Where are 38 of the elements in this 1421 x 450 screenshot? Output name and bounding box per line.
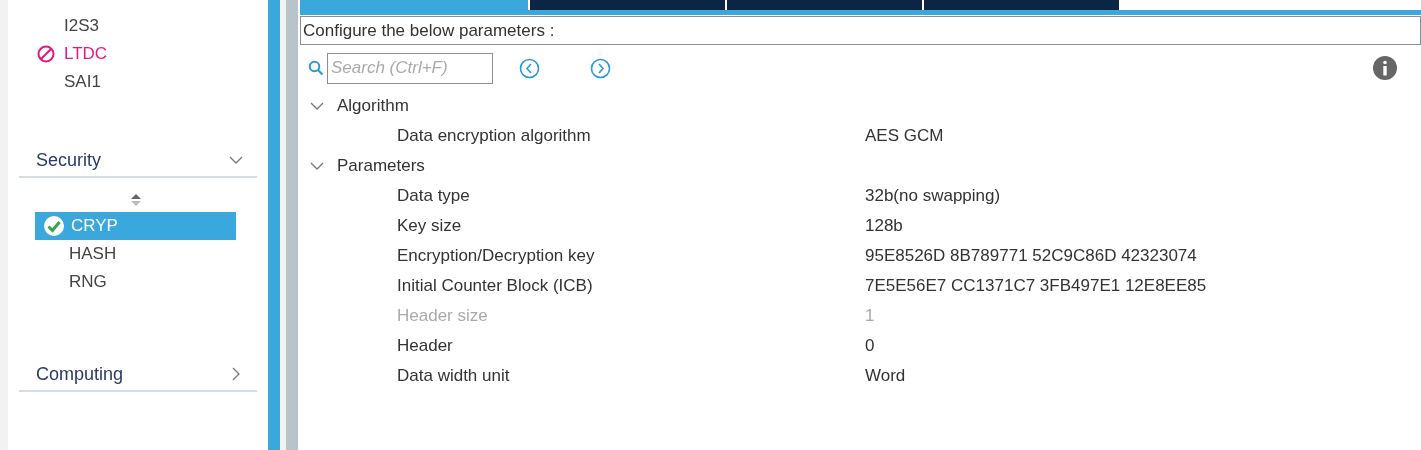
previous-icon[interactable] xyxy=(519,57,540,79)
splitter-bar[interactable] xyxy=(268,0,280,450)
panel-header: Configure the below parameters : xyxy=(300,16,1421,45)
tab[interactable] xyxy=(924,0,1119,10)
peripheral-item[interactable]: HASH xyxy=(35,240,236,268)
group-header[interactable]: Parameters xyxy=(300,151,1421,181)
next-icon[interactable] xyxy=(590,57,611,79)
parameter-name: Header size xyxy=(397,305,489,328)
parameter-value[interactable]: 32b(no swapping) xyxy=(865,183,1001,209)
peripheral-item[interactable]: I2S3 xyxy=(64,13,99,39)
tab[interactable] xyxy=(530,0,725,10)
parameter-name: Header xyxy=(397,335,454,358)
peripheral-item[interactable]: LTDC xyxy=(64,41,108,67)
parameter-name: Initial Counter Block (ICB) xyxy=(397,275,594,298)
parameter-value[interactable]: 95E8526D 8B789771 52C9C86D 42323074 xyxy=(865,243,1197,269)
parameter-value[interactable]: 128b xyxy=(865,213,903,239)
parameter-value[interactable]: Word xyxy=(865,363,906,389)
parameter-name: Data type xyxy=(397,185,471,208)
category-header[interactable]: Security xyxy=(19,144,257,178)
parameter-value[interactable]: 0 xyxy=(865,333,875,359)
peripheral-item[interactable]: RNG xyxy=(35,268,236,296)
blocked-icon xyxy=(36,44,56,64)
search-icon xyxy=(308,60,324,76)
search-field[interactable]: Search (Ctrl+F) xyxy=(327,52,493,84)
category-header[interactable]: Computing xyxy=(19,358,257,392)
parameter-name: Key size xyxy=(397,215,463,238)
parameter-value[interactable]: 7E5E56E7 CC1371C7 3FB497E1 12E8EE85 xyxy=(865,273,1207,299)
info-icon[interactable] xyxy=(1373,56,1397,80)
parameter-name: Data width unit xyxy=(397,365,511,388)
tab[interactable] xyxy=(300,0,528,10)
group-header[interactable]: Algorithm xyxy=(300,91,1421,121)
sort-icon xyxy=(130,192,142,208)
peripheral-item[interactable]: SAI1 xyxy=(64,69,101,95)
parameter-name: Encryption/Decryption key xyxy=(397,245,596,268)
parameter-name: Data encryption algorithm xyxy=(397,125,592,148)
tab[interactable] xyxy=(727,0,922,10)
parameter-value[interactable]: AES GCM xyxy=(865,123,944,149)
check-icon xyxy=(43,215,65,237)
